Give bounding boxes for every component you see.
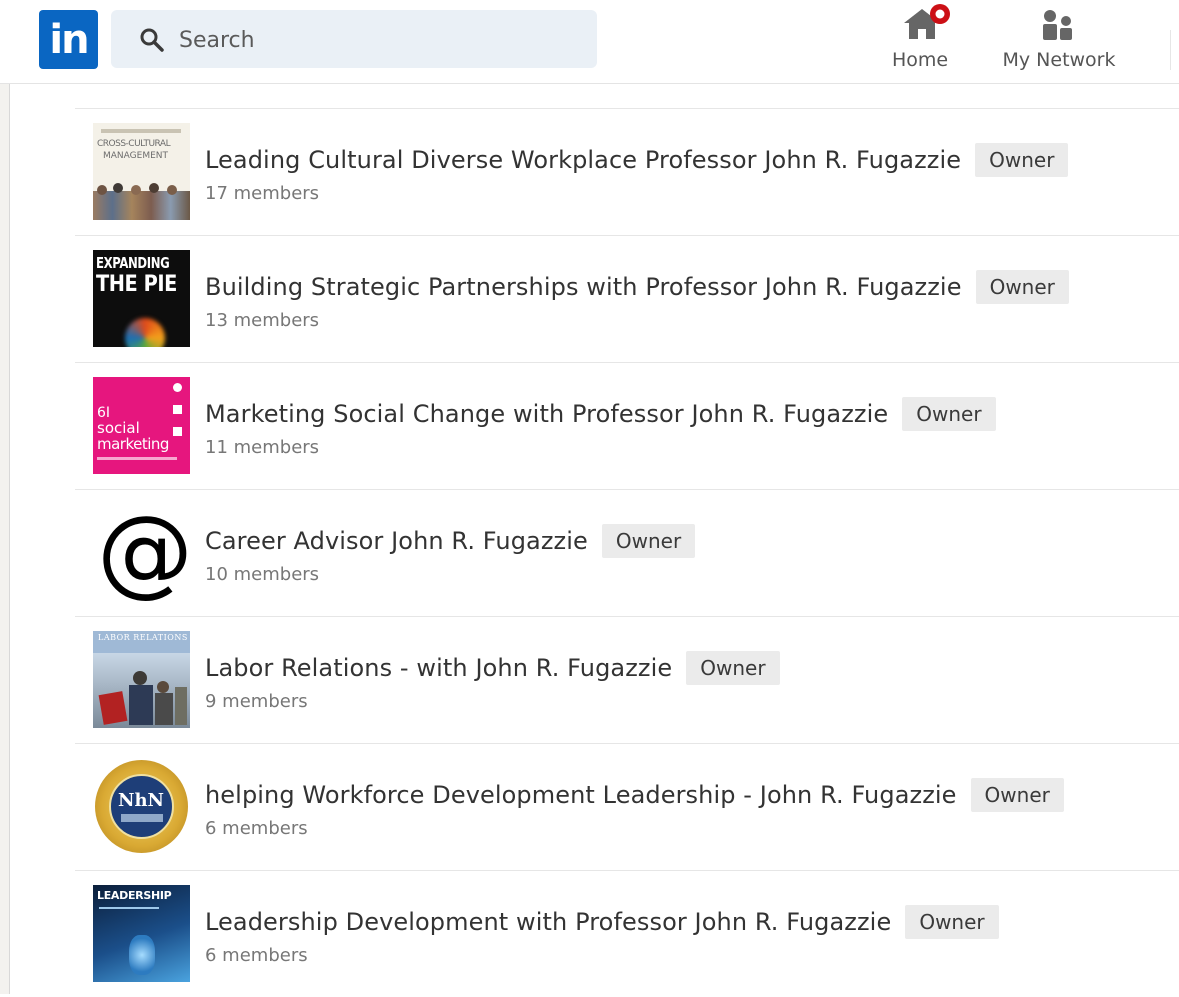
group-row[interactable]: LABOR RELATIONS Labor Relations - with J…: [75, 617, 1179, 744]
thumbnail-title: CROSS-CULTURAL: [97, 139, 171, 149]
group-name[interactable]: helping Workforce Development Leadership…: [205, 781, 957, 809]
group-thumbnail-leadership[interactable]: LEADERSHIP: [93, 885, 190, 982]
group-thumbnail-cross-cultural[interactable]: CROSS-CULTURAL MANAGEMENT: [93, 123, 190, 220]
owner-badge: Owner: [975, 143, 1069, 177]
thumbnail-title: EXPANDING: [96, 254, 170, 272]
at-symbol-icon: @: [97, 504, 190, 601]
group-thumbnail-at-symbol[interactable]: @: [93, 504, 190, 601]
owner-badge: Owner: [902, 397, 996, 431]
group-name[interactable]: Leading Cultural Diverse Workplace Profe…: [205, 146, 961, 174]
group-thumbnail-labor-relations[interactable]: LABOR RELATIONS: [93, 631, 190, 728]
group-row[interactable]: EXPANDING THE PIE Building Strategic Par…: [75, 236, 1179, 363]
member-count: 17 members: [205, 183, 320, 204]
nav-divider: [1170, 30, 1179, 70]
nav-home[interactable]: Home: [880, 0, 960, 84]
left-gutter: [0, 84, 10, 994]
thumbnail-title: LABOR RELATIONS: [98, 633, 188, 642]
thumbnail-subtitle: THE PIE: [96, 272, 177, 297]
member-count: 11 members: [205, 437, 320, 458]
search-icon: [140, 28, 164, 52]
thumbnail-subtitle: MANAGEMENT: [103, 151, 168, 161]
people-icon: [1043, 10, 1072, 40]
member-count: 10 members: [205, 564, 320, 585]
group-row[interactable]: CROSS-CULTURAL MANAGEMENT Leading Cultur…: [75, 109, 1179, 236]
group-thumbnail-nhn-seal[interactable]: NhN: [93, 758, 190, 855]
search-input[interactable]: [177, 22, 581, 58]
top-navigation-bar: in Home My Network: [0, 0, 1179, 84]
seal-text: NhN: [118, 790, 164, 811]
group-row[interactable]: NhN helping Workforce Development Leader…: [75, 744, 1179, 871]
owner-badge: Owner: [686, 651, 780, 685]
thumbnail-title: LEADERSHIP: [97, 889, 172, 902]
group-name[interactable]: Marketing Social Change with Professor J…: [205, 400, 888, 428]
member-count: 13 members: [205, 310, 320, 331]
owner-badge: Owner: [975, 270, 1069, 304]
thumbnail-subtitle: marketing: [97, 435, 169, 453]
nav-my-network-label: My Network: [1002, 49, 1116, 71]
group-name[interactable]: Labor Relations - with John R. Fugazzie: [205, 654, 672, 682]
member-count: 6 members: [205, 945, 308, 966]
nav-home-label: Home: [891, 49, 949, 71]
nav-my-network[interactable]: My Network: [996, 0, 1122, 84]
group-thumbnail-social-marketing[interactable]: 6I social marketing: [93, 377, 190, 474]
group-name[interactable]: Leadership Development with Professor Jo…: [205, 908, 891, 936]
home-icon: [904, 4, 950, 39]
group-name[interactable]: Building Strategic Partnerships with Pro…: [205, 273, 962, 301]
member-count: 6 members: [205, 818, 308, 839]
owner-badge: Owner: [601, 524, 696, 558]
group-name[interactable]: Career Advisor John R. Fugazzie: [205, 527, 588, 555]
group-row[interactable]: 6I social marketing Marketing Social Cha…: [75, 363, 1179, 490]
search-box[interactable]: [111, 10, 597, 68]
group-row[interactable]: @ Career Advisor John R. Fugazzie Owner …: [75, 490, 1179, 617]
member-count: 9 members: [205, 691, 308, 712]
linkedin-logo[interactable]: in: [39, 10, 98, 69]
group-row[interactable]: LEADERSHIP Leadership Development with P…: [75, 871, 1179, 997]
owner-badge: Owner: [970, 778, 1064, 812]
groups-list: CROSS-CULTURAL MANAGEMENT Leading Cultur…: [75, 108, 1179, 997]
group-thumbnail-expanding-the-pie[interactable]: EXPANDING THE PIE: [93, 250, 190, 347]
owner-badge: Owner: [905, 905, 999, 939]
